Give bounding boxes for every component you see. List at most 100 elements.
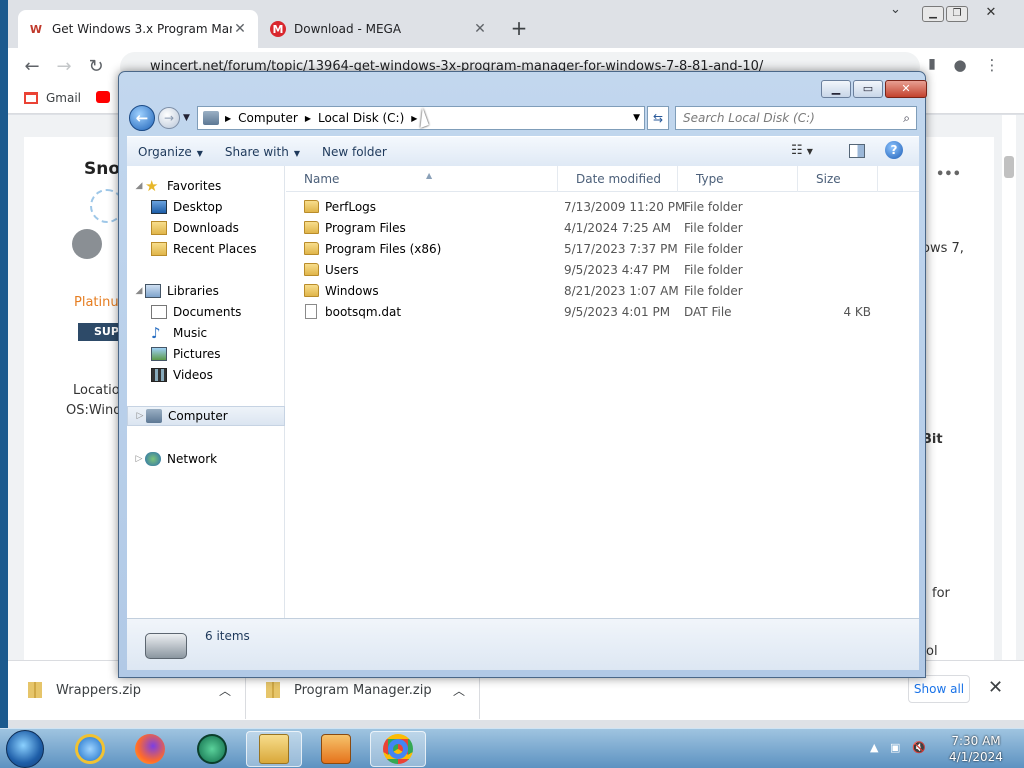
taskbar-internet-explorer[interactable] bbox=[62, 731, 118, 767]
expand-arrow-icon[interactable]: ▷ bbox=[133, 454, 145, 464]
close-button[interactable]: ✕ bbox=[885, 80, 927, 98]
menu-kebab-icon[interactable]: ⋮ bbox=[980, 56, 1004, 74]
preview-pane-icon[interactable] bbox=[849, 144, 865, 158]
zip-file-icon bbox=[266, 682, 280, 698]
nav-computer[interactable]: ▷ Computer bbox=[127, 406, 285, 426]
forward-button[interactable]: → bbox=[158, 107, 180, 129]
organize-button[interactable]: Organize ▼ bbox=[127, 145, 214, 159]
file-row[interactable]: bootsqm.dat 9/5/2023 4:01 PM DAT File 4 … bbox=[286, 302, 919, 323]
breadcrumb-computer[interactable]: Computer bbox=[233, 111, 303, 125]
taskbar-firefox[interactable] bbox=[122, 731, 178, 767]
tab-wincert[interactable]: W Get Windows 3.x Program Manager for Wi… bbox=[18, 10, 258, 48]
side-panel-icon[interactable]: ▮ bbox=[920, 56, 944, 72]
search-icon[interactable]: ⌕ bbox=[903, 107, 910, 129]
column-headers: Name ▲ Date modified Type Size bbox=[286, 166, 919, 192]
desktop-icon bbox=[151, 200, 167, 214]
taskbar-file-explorer[interactable] bbox=[246, 731, 302, 767]
nav-libraries[interactable]: ◢ Libraries bbox=[127, 281, 285, 301]
file-row[interactable]: Users 9/5/2023 4:47 PM File folder bbox=[286, 260, 919, 281]
breadcrumb-local-disk[interactable]: Local Disk (C:) bbox=[313, 111, 409, 125]
poster-username[interactable]: Sno bbox=[84, 159, 120, 179]
breadcrumb-separator-icon[interactable]: ▶ bbox=[223, 114, 233, 123]
volume-muted-icon[interactable]: 🔇 bbox=[912, 741, 926, 754]
forward-icon[interactable]: → bbox=[52, 56, 76, 77]
minimize-button[interactable]: ▁ bbox=[922, 6, 944, 22]
change-view-icon[interactable]: ☷ ▼ bbox=[791, 143, 813, 158]
folder-icon bbox=[304, 200, 319, 213]
expand-arrow-icon[interactable]: ◢ bbox=[133, 286, 145, 296]
computer-icon bbox=[146, 409, 162, 423]
nav-pictures[interactable]: Pictures bbox=[127, 344, 285, 364]
nav-videos[interactable]: Videos bbox=[127, 365, 285, 385]
breadcrumb-separator-icon[interactable]: ▶ bbox=[303, 114, 313, 123]
nav-recent-places[interactable]: Recent Places bbox=[127, 239, 285, 259]
expand-arrow-icon[interactable]: ◢ bbox=[133, 181, 145, 191]
show-hidden-icons-icon[interactable]: ▲ bbox=[870, 741, 878, 754]
network-icon bbox=[145, 452, 161, 466]
help-icon[interactable]: ? bbox=[885, 141, 903, 159]
column-size[interactable]: Size bbox=[798, 166, 878, 192]
nav-downloads[interactable]: Downloads bbox=[127, 218, 285, 238]
back-icon[interactable]: ← bbox=[20, 56, 44, 77]
maximize-button[interactable]: ▭ bbox=[853, 80, 883, 98]
libraries-icon bbox=[145, 284, 161, 298]
close-shelf-icon[interactable]: ✕ bbox=[988, 677, 1003, 698]
nav-favorites[interactable]: ◢ ★ Favorites bbox=[127, 176, 285, 196]
column-type[interactable]: Type bbox=[678, 166, 798, 192]
chevron-up-icon[interactable]: ︿ bbox=[453, 682, 465, 699]
column-name[interactable]: Name ▲ bbox=[286, 166, 558, 192]
new-tab-button[interactable]: + bbox=[508, 18, 530, 40]
nav-network[interactable]: ▷ Network bbox=[127, 449, 285, 469]
bookmark-youtube[interactable] bbox=[96, 91, 118, 103]
nav-desktop[interactable]: Desktop bbox=[127, 197, 285, 217]
file-row[interactable]: Program Files 4/1/2024 7:25 AM File fold… bbox=[286, 218, 919, 239]
refresh-icon[interactable]: ⇆ bbox=[647, 106, 669, 130]
reload-icon[interactable]: ↻ bbox=[84, 56, 108, 77]
search-input[interactable]: Search Local Disk (C:) ⌕ bbox=[675, 106, 917, 130]
close-button[interactable]: ✕ bbox=[980, 6, 1002, 22]
network-status-icon[interactable]: ▣ bbox=[890, 741, 900, 754]
taskbar-app-green[interactable] bbox=[184, 731, 240, 767]
taskbar-chrome[interactable] bbox=[370, 731, 426, 767]
command-bar: Organize ▼ Share with ▼ New folder ☷ ▼ ? bbox=[127, 136, 919, 166]
close-tab-icon[interactable]: ✕ bbox=[472, 21, 488, 37]
file-row[interactable]: Program Files (x86) 5/17/2023 7:37 PM Fi… bbox=[286, 239, 919, 260]
tab-search-chevron-icon[interactable]: ⌄ bbox=[890, 2, 901, 17]
sort-ascending-icon: ▲ bbox=[426, 171, 433, 180]
tab-title: Get Windows 3.x Program Manager for Wind… bbox=[52, 22, 232, 36]
download-filename: Wrappers.zip bbox=[56, 682, 142, 698]
clock[interactable]: 7:30 AM 4/1/2024 bbox=[936, 733, 1016, 765]
taskbar-media-player[interactable] bbox=[308, 731, 364, 767]
file-row[interactable]: Windows 8/21/2023 1:07 AM File folder bbox=[286, 281, 919, 302]
taskbar: ▲ ▣ 🔇 7:30 AM 4/1/2024 bbox=[0, 728, 1024, 768]
download-filename: Program Manager.zip bbox=[294, 682, 432, 698]
gmail-icon bbox=[24, 92, 38, 104]
share-with-button[interactable]: Share with ▼ bbox=[214, 145, 311, 159]
close-tab-icon[interactable]: ✕ bbox=[232, 21, 248, 37]
system-tray: ▲ ▣ 🔇 7:30 AM 4/1/2024 bbox=[866, 729, 1024, 768]
bookmark-gmail[interactable]: Gmail bbox=[24, 91, 81, 105]
chevron-up-icon[interactable]: ︿ bbox=[219, 682, 231, 699]
post-options-icon[interactable]: ••• bbox=[936, 167, 961, 182]
show-all-button[interactable]: Show all bbox=[908, 675, 970, 703]
back-button[interactable]: ← bbox=[129, 105, 155, 131]
start-button[interactable] bbox=[6, 730, 44, 768]
page-scrollbar-thumb[interactable] bbox=[1004, 156, 1014, 178]
nav-documents[interactable]: Documents bbox=[127, 302, 285, 322]
videos-icon bbox=[151, 368, 167, 382]
file-explorer-icon bbox=[259, 734, 289, 764]
music-icon: ♪ bbox=[151, 324, 161, 342]
profile-avatar-icon[interactable]: ● bbox=[948, 56, 972, 74]
recent-pages-chevron-icon[interactable]: ▼ bbox=[183, 113, 190, 123]
new-folder-button[interactable]: New folder bbox=[311, 145, 398, 159]
expand-arrow-icon[interactable]: ▷ bbox=[134, 411, 146, 421]
file-icon bbox=[305, 304, 317, 319]
column-date-modified[interactable]: Date modified bbox=[558, 166, 678, 192]
tab-mega[interactable]: M Download - MEGA ✕ bbox=[260, 10, 498, 48]
address-history-chevron-icon[interactable]: ▼ bbox=[633, 113, 640, 123]
nav-music[interactable]: ♪ Music bbox=[127, 323, 285, 343]
maximize-button[interactable]: ❐ bbox=[946, 6, 968, 22]
file-row[interactable]: PerfLogs 7/13/2009 11:20 PM File folder bbox=[286, 197, 919, 218]
page-scrollbar[interactable] bbox=[1002, 115, 1016, 660]
minimize-button[interactable]: ▁ bbox=[821, 80, 851, 98]
